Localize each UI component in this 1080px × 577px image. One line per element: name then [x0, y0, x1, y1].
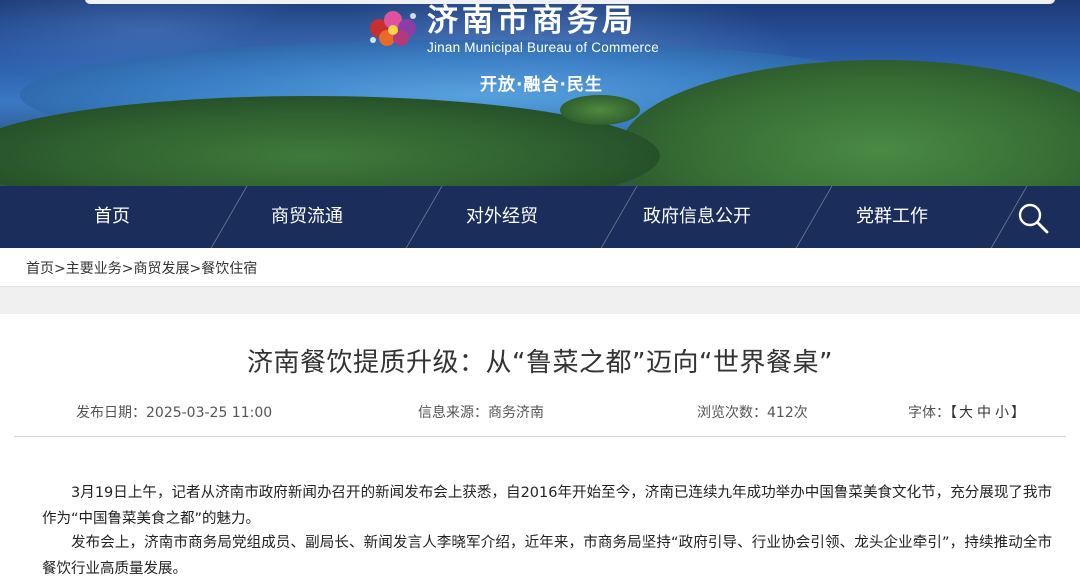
article-paragraph: 3月19日上午，记者从济南市政府新闻办召开的新闻发布会上获悉，自2016年开始至… — [42, 485, 1052, 527]
font-size-small-button[interactable]: 小 — [995, 405, 1009, 421]
header-banner: 济南市商务局 Jinan Municipal Bureau of Commerc… — [0, 0, 1080, 186]
article-title: 济南餐饮提质升级：从“鲁菜之都”迈向“世界餐桌” — [247, 348, 833, 378]
search-icon[interactable] — [1016, 201, 1050, 235]
view-count-label: 浏览次数： — [697, 405, 767, 421]
breadcrumb: 首页>主要业务>商贸发展>餐饮住宿 — [0, 248, 1080, 286]
breadcrumb-trade-development[interactable]: 商贸发展 — [133, 261, 189, 277]
breadcrumb-separator: > — [121, 261, 134, 277]
font-size-options: 【大中小】 — [950, 405, 1025, 421]
article-paragraph: 发布会上，济南市商务局党组成员、副局长、新闻发言人李晓军介绍，近年来，市商务局坚… — [42, 535, 1052, 577]
site-subtitle: Jinan Municipal Bureau of Commerce — [427, 40, 659, 55]
nav-divider — [402, 186, 445, 248]
font-size-medium-button[interactable]: 中 — [977, 405, 991, 421]
nav-divider — [792, 186, 835, 248]
font-size-large-button[interactable]: 大 — [959, 405, 973, 421]
banner-island-image — [560, 95, 640, 125]
site-title: 济南市商务局 — [427, 3, 637, 39]
site-slogan: 开放·融合·民生 — [480, 75, 603, 95]
info-source-label: 信息来源： — [418, 405, 488, 421]
breadcrumb-main-business[interactable]: 主要业务 — [66, 261, 122, 277]
bracket-close: 】 — [1011, 405, 1025, 421]
publish-date-label: 发布日期： — [76, 405, 146, 421]
nav-item-gov-info[interactable]: 政府信息公开 — [627, 186, 767, 248]
breadcrumb-row: 首页>主要业务>商贸发展>餐饮住宿 — [26, 258, 257, 278]
bracket-open: 【 — [950, 405, 957, 421]
main-nav: 首页 商贸流通 对外经贸 政府信息公开 党群工作 — [0, 186, 1080, 248]
view-count-value: 412次 — [767, 405, 808, 421]
info-source: 信息来源：商务济南 — [418, 402, 544, 422]
breadcrumb-catering[interactable]: 餐饮住宿 — [201, 261, 257, 277]
nav-divider — [207, 186, 250, 248]
nav-item-foreign-trade[interactable]: 对外经贸 — [442, 186, 562, 248]
section-divider-band — [0, 286, 1080, 314]
font-size-label: 字体： — [908, 405, 950, 421]
view-count: 浏览次数：412次 — [697, 402, 808, 422]
logo-flower-icon — [370, 11, 416, 46]
breadcrumb-separator: > — [189, 261, 202, 277]
publish-date-value: 2025-03-25 11:00 — [146, 405, 273, 421]
site-logo[interactable]: 济南市商务局 Jinan Municipal Bureau of Commerc… — [365, 2, 685, 62]
nav-item-commerce[interactable]: 商贸流通 — [247, 186, 367, 248]
breadcrumb-home[interactable]: 首页 — [26, 261, 54, 277]
nav-item-party-work[interactable]: 党群工作 — [832, 186, 952, 248]
publish-date: 发布日期：2025-03-25 11:00 — [76, 402, 272, 422]
breadcrumb-separator: > — [54, 261, 66, 277]
nav-item-home[interactable]: 首页 — [52, 186, 172, 248]
info-source-value: 商务济南 — [488, 405, 544, 421]
font-size-control: 字体：【大中小】 — [908, 402, 1025, 422]
meta-divider — [14, 436, 1066, 437]
